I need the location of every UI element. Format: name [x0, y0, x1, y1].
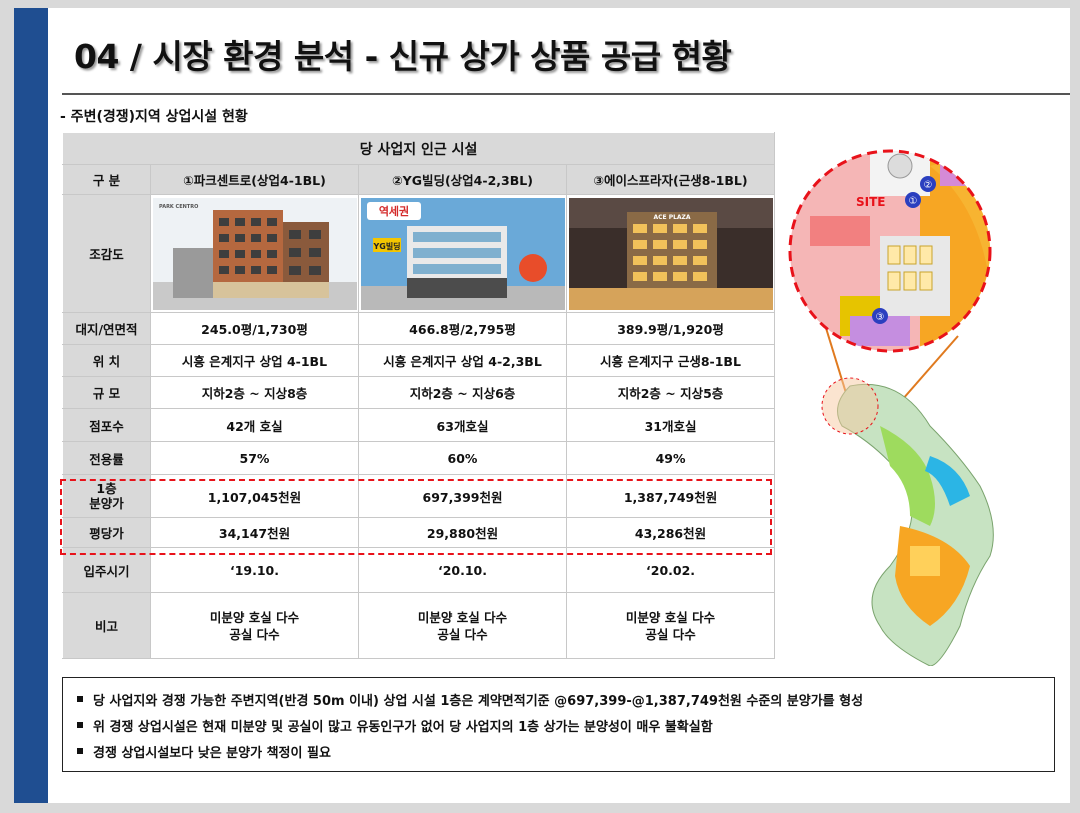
note-text-2: 위 경쟁 상업시설은 현재 미분양 및 공실이 많고 유동인구가 없어 당 사업… — [93, 719, 713, 735]
area-value-3: 389.9평/1,920평 — [565, 312, 776, 345]
location-value-3: 시흥 은계지구 근생8-1BL — [565, 344, 776, 377]
page-subtitle: - 주변(경쟁)지역 상업시설 현황 — [60, 109, 248, 125]
map-marker-2: ② — [924, 180, 933, 191]
table-group-header: 당 사업지 인근 시설 — [61, 132, 776, 165]
row-label-rendering: 조감도 — [62, 194, 151, 313]
row-label-efficiency: 전용률 — [62, 441, 151, 475]
units-value-3: 31개호실 — [565, 408, 776, 442]
units-value-1: 42개 호실 — [150, 408, 359, 442]
row-label-location: 위 치 — [62, 344, 151, 377]
building-image-3-caption: ACE PLAZA — [653, 214, 690, 221]
building-image-3: ACE PLAZA — [568, 197, 773, 310]
bullet-icon — [77, 722, 83, 728]
summary-notes: 당 사업지와 경쟁 가능한 주변지역(반경 50m 이내) 상업 시설 1층은 … — [62, 677, 1055, 772]
comparison-table: 당 사업지 인근 시설 구 분 ①파크센트로(상업4-1BL) ②YG빌딩(상업… — [61, 132, 776, 659]
efficiency-value-1: 57% — [150, 441, 359, 475]
row-label-remarks: 비고 — [62, 592, 151, 659]
units-value-2: 63개호실 — [358, 408, 567, 442]
column-header-2: ②YG빌딩(상업4-2,3BL) — [358, 164, 567, 195]
map-marker-3: ③ — [876, 312, 885, 323]
scale-value-1: 지하2층 ~ 지상8층 — [150, 376, 359, 409]
area-value-1: 245.0평/1,730평 — [150, 312, 359, 345]
row-label-area: 대지/연면적 — [62, 312, 151, 345]
column-header-3: ③에이스프라자(근생8-1BL) — [565, 164, 776, 195]
efficiency-value-2: 60% — [358, 441, 567, 475]
location-value-1: 시흥 은계지구 상업 4-1BL — [150, 344, 359, 377]
note-text-1: 당 사업지와 경쟁 가능한 주변지역(반경 50m 이내) 상업 시설 1층은 … — [93, 693, 864, 709]
bullet-icon — [77, 696, 83, 702]
price-highlight-box — [60, 479, 772, 555]
site-map: SITE ② ① ③ — [780, 126, 1070, 667]
remarks-value-3: 미분양 호실 다수 공실 다수 — [565, 592, 776, 659]
building-image-1-caption: PARK CENTRO — [159, 204, 198, 210]
page-title: 04 / 시장 환경 분석 - 신규 상가 상품 공급 현황 — [74, 37, 732, 76]
area-value-2: 466.8평/2,795평 — [358, 312, 567, 345]
note-item: 당 사업지와 경쟁 가능한 주변지역(반경 50m 이내) 상업 시설 1층은 … — [77, 686, 1040, 712]
remarks-value-1: 미분양 호실 다수 공실 다수 — [150, 592, 359, 659]
remarks-value-2: 미분양 호실 다수 공실 다수 — [358, 592, 567, 659]
scale-value-3: 지하2층 ~ 지상5층 — [565, 376, 776, 409]
note-text-3: 경쟁 상업시설보다 낮은 분양가 책정이 필요 — [93, 745, 331, 761]
row-label-scale: 규 모 — [62, 376, 151, 409]
bullet-icon — [77, 748, 83, 754]
sidebar-accent — [14, 8, 48, 803]
site-map-graphic: SITE ② ① ③ — [788, 149, 994, 667]
map-marker-1: ① — [909, 196, 918, 207]
building-image-2: 역세권 YG빌딩 — [360, 197, 565, 310]
note-item: 위 경쟁 상업시설은 현재 미분양 및 공실이 많고 유동인구가 없어 당 사업… — [77, 712, 1040, 738]
efficiency-value-3: 49% — [565, 441, 776, 475]
title-divider — [62, 93, 1070, 95]
building-image-2-caption: 역세권 — [378, 204, 408, 218]
scale-value-2: 지하2층 ~ 지상6층 — [358, 376, 567, 409]
column-header-1: ①파크센트로(상업4-1BL) — [150, 164, 359, 195]
row-label-units: 점포수 — [62, 408, 151, 442]
location-value-2: 시흥 은계지구 상업 4-2,3BL — [358, 344, 567, 377]
building-image-2-caption-2: YG빌딩 — [372, 241, 400, 251]
building-image-1: PARK CENTRO — [152, 197, 357, 310]
note-item: 경쟁 상업시설보다 낮은 분양가 책정이 필요 — [77, 738, 1040, 764]
building-rendering-1: PARK CENTRO — [150, 194, 359, 313]
building-rendering-3: ACE PLAZA — [565, 194, 776, 313]
building-rendering-2: 역세권 YG빌딩 — [358, 194, 567, 313]
site-label: SITE — [856, 195, 886, 209]
row-label-category: 구 분 — [62, 164, 151, 195]
